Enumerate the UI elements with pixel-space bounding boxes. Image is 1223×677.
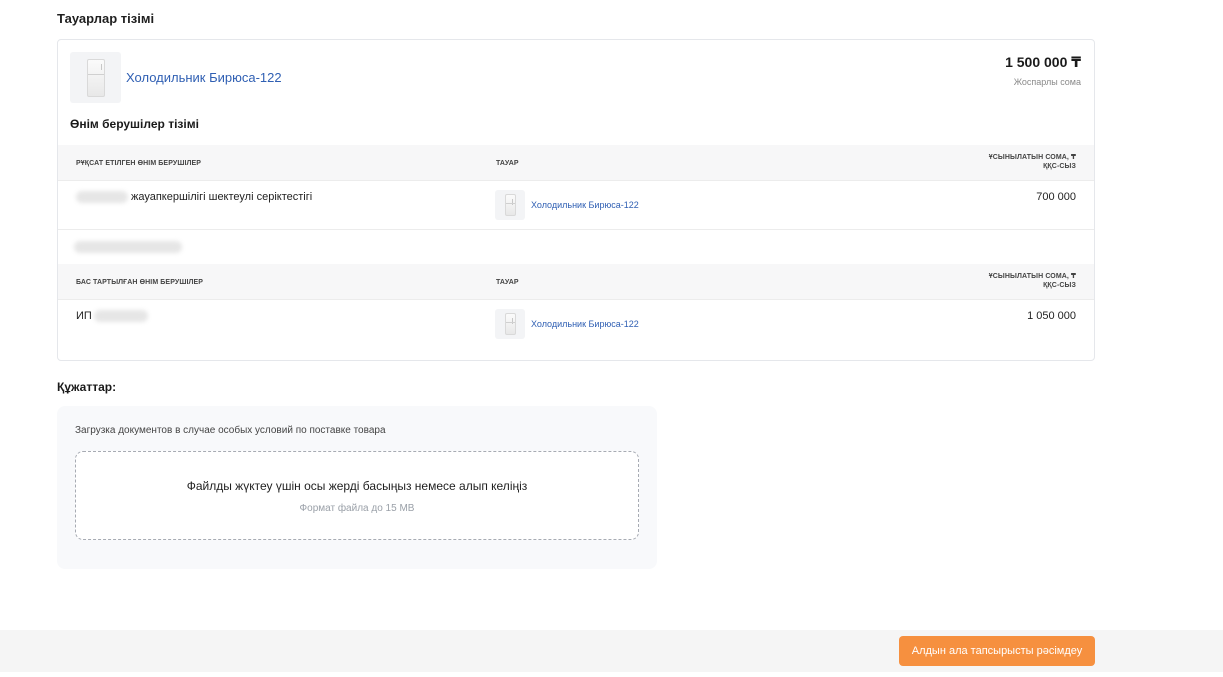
table-row: жауапкершілігі шектеулі серіктестігі Хол… [58,181,1094,230]
allowed-suppliers-header: РҰҚСАТ ЕТІЛГЕН ӨНІМ БЕРУШІЛЕР ТАУАР ҰСЫН… [58,145,1094,181]
supplier-name-text: ИП [76,310,92,322]
offered-amount-column: ҰСЫНЫЛАТЫН СОМА, ₸ ҚҚС-СЫЗ [966,153,1076,171]
submit-preorder-button[interactable]: Алдын ала тапсырысты рәсімдеу [899,636,1095,666]
suppliers-title: Өнім берушілер тізімі [70,117,199,131]
product-header: Холодильник Бирюса-122 [70,52,282,103]
table-row: ИП Холодильник Бирюса-122 1 050 000 [58,300,1094,358]
documents-title: Құжаттар: [57,380,117,394]
vat-excluded-label: ҚҚС-СЫЗ [1043,163,1076,170]
supplier-name: ИП [76,310,148,322]
product-column: ТАУАР [496,160,519,167]
declined-suppliers-header: БАС ТАРТЫЛҒАН ӨНІМ БЕРУШІЛЕР ТАУАР ҰСЫНЫ… [58,264,1094,300]
redacted-note [58,230,1094,264]
documents-caption: Загрузка документов в случае особых усло… [75,425,386,436]
planned-amount-caption: Жоспарлы сома [1013,77,1081,87]
offered-amount-column: ҰСЫНЫЛАТЫН СОМА, ₸ ҚҚС-СЫЗ [966,272,1076,290]
documents-panel: Загрузка документов в случае особых усло… [57,406,657,569]
supplier-name: жауапкершілігі шектеулі серіктестігі [76,191,312,203]
dropzone-instruction: Файлды жүктеу үшін осы жерді басыңыз нем… [186,479,528,493]
redacted-text [93,310,148,322]
file-upload-dropzone[interactable]: Файлды жүктеу үшін осы жерді басыңыз нем… [75,451,639,540]
row-product: Холодильник Бирюса-122 [495,309,639,339]
products-section-title: Тауарлар тізімі [57,11,155,26]
dropzone-format-hint: Формат файла до 15 MB [299,503,415,514]
fridge-icon [86,58,105,97]
product-thumbnail[interactable] [495,190,525,220]
vat-excluded-label: ҚҚС-СЫЗ [1043,282,1076,289]
offered-amount: 1 050 000 [1027,310,1076,322]
offered-amount: 700 000 [1036,191,1076,203]
redacted-text [74,241,182,253]
product-thumbnail[interactable] [70,52,121,103]
offered-amount-label: ҰСЫНЫЛАТЫН СОМА, ₸ [988,154,1076,161]
product-card: Холодильник Бирюса-122 1 500 000 ₸ Жоспа… [57,39,1095,361]
offered-amount-label: ҰСЫНЫЛАТЫН СОМА, ₸ [988,273,1076,280]
row-product: Холодильник Бирюса-122 [495,190,639,220]
product-column: ТАУАР [496,279,519,286]
declined-suppliers-column: БАС ТАРТЫЛҒАН ӨНІМ БЕРУШІЛЕР [76,279,204,286]
footer-bar: Алдын ала тапсырысты рәсімдеу [0,630,1223,672]
planned-amount: 1 500 000 ₸ [1005,54,1081,70]
redacted-text [76,191,128,203]
row-product-link[interactable]: Холодильник Бирюса-122 [531,200,639,210]
fridge-icon [504,194,516,216]
row-product-link[interactable]: Холодильник Бирюса-122 [531,319,639,329]
product-thumbnail[interactable] [495,309,525,339]
product-name-link[interactable]: Холодильник Бирюса-122 [126,70,282,85]
allowed-suppliers-column: РҰҚСАТ ЕТІЛГЕН ӨНІМ БЕРУШІЛЕР [76,160,202,167]
supplier-name-text: жауапкершілігі шектеулі серіктестігі [131,191,313,203]
fridge-icon [504,313,516,335]
